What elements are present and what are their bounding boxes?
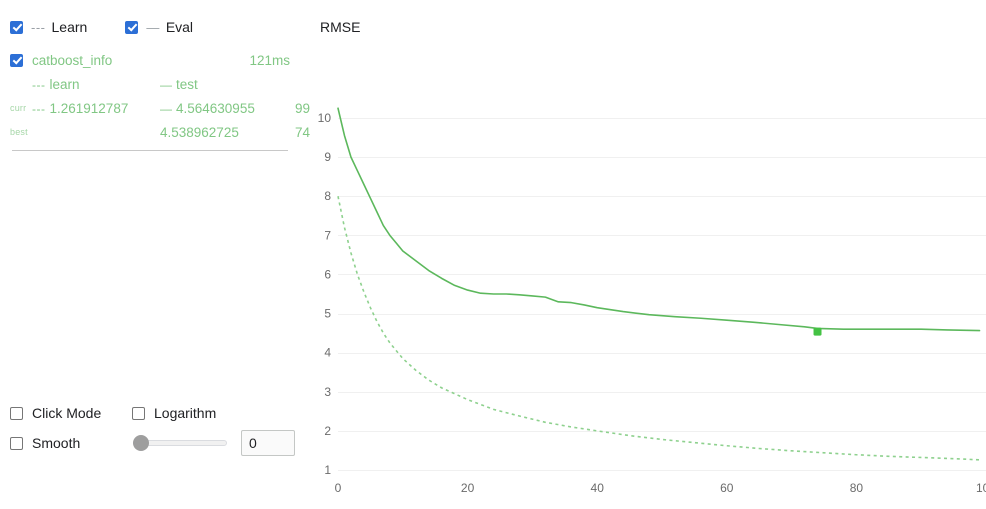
- controls-row-2: Smooth: [10, 428, 295, 458]
- smooth-value-input[interactable]: [241, 430, 295, 456]
- x-axis-tick-label: 20: [461, 481, 475, 495]
- table-row: curr --- 1.261912787 —4.564630955 99: [10, 96, 310, 120]
- smooth-checkbox[interactable]: [10, 436, 23, 450]
- curr-test-cell: — 4.564630955: [160, 101, 268, 116]
- run-column-header-row: --- learn — test: [10, 72, 290, 96]
- y-axis-tick-label: 5: [324, 307, 331, 321]
- smooth-slider[interactable]: [133, 435, 227, 451]
- curr-test-value: 4.564630955: [176, 100, 255, 116]
- best-test-value: 4.538962725: [160, 124, 239, 140]
- divider: [12, 150, 288, 151]
- column-header-test-label: test: [176, 76, 198, 92]
- left-panel: --- Learn — Eval catboost_info 121ms ---…: [0, 0, 310, 509]
- best-point-marker[interactable]: [813, 327, 822, 336]
- dashed-line-icon: ---: [31, 19, 46, 35]
- column-header-learn-label: learn: [49, 76, 80, 92]
- run-checkbox[interactable]: [10, 53, 23, 67]
- y-axis-tick-label: 6: [324, 267, 331, 281]
- legend-toggle-learn[interactable]: --- Learn: [10, 19, 87, 35]
- column-header-learn: --- learn: [32, 77, 160, 92]
- y-axis-tick-label: 8: [324, 189, 331, 203]
- y-axis-tick-label: 9: [324, 150, 331, 164]
- x-axis-tick-label: 100: [976, 481, 986, 495]
- click-mode-label: Click Mode: [32, 405, 102, 421]
- rmse-line-chart[interactable]: 1 2 3 4 5 6 7 8 9 10 0 20 40 60 80 100: [300, 0, 986, 509]
- table-row: best 4.538962725 74: [10, 120, 310, 144]
- column-header-test: — test: [160, 77, 268, 92]
- row-label-best: best: [10, 127, 28, 137]
- logarithm-checkbox[interactable]: [132, 406, 145, 420]
- click-mode-checkbox[interactable]: [10, 406, 23, 420]
- row-label-curr: curr: [10, 103, 27, 113]
- best-test-cell: 4.538962725: [160, 125, 268, 140]
- x-axis-tick-label: 40: [591, 481, 605, 495]
- y-axis-tick-label: 7: [324, 228, 331, 242]
- controls-row-1: Click Mode Logarithm: [10, 398, 295, 428]
- x-axis-tick-labels: 0 20 40 60 80 100: [335, 481, 986, 495]
- run-checkbox-cell[interactable]: [10, 53, 32, 67]
- click-mode-control[interactable]: Click Mode: [10, 405, 132, 421]
- y-axis-tick-label: 4: [324, 346, 331, 360]
- legend-toggle-eval[interactable]: — Eval: [125, 19, 193, 35]
- run-metrics-table: catboost_info 121ms --- learn — test curr …: [10, 48, 310, 144]
- solid-line-icon: —: [160, 101, 172, 116]
- smooth-label: Smooth: [32, 435, 81, 451]
- legend-label-learn: Learn: [51, 19, 88, 35]
- series-visibility-legend: --- Learn — Eval: [10, 19, 193, 35]
- dashed-line-icon: ---: [32, 77, 46, 92]
- run-name[interactable]: catboost_info: [32, 53, 181, 68]
- y-axis-tick-label: 2: [324, 424, 331, 438]
- logarithm-control[interactable]: Logarithm: [132, 405, 216, 421]
- curr-learn-value: 1.261912787: [49, 100, 129, 116]
- x-axis-tick-label: 80: [850, 481, 864, 495]
- learn-checkbox[interactable]: [10, 20, 23, 34]
- run-elapsed-time: 121ms: [249, 52, 290, 68]
- y-axis-tick-label: 10: [318, 111, 332, 125]
- eval-checkbox[interactable]: [125, 20, 139, 34]
- series-layer: [337, 107, 981, 461]
- chart-panel: RMSE 12345678910 020406080100: [300, 0, 986, 509]
- best-point-marker[interactable]: [813, 327, 822, 336]
- legend-label-eval: Eval: [165, 19, 194, 35]
- solid-line-icon: —: [146, 19, 160, 35]
- curr-learn-cell: --- 1.261912787: [32, 101, 160, 116]
- smooth-control[interactable]: Smooth: [10, 435, 129, 451]
- dashed-line-icon: ---: [32, 101, 46, 116]
- series-line-test: [337, 107, 981, 332]
- x-axis-tick-label: 0: [335, 481, 342, 495]
- y-axis-tick-label: 3: [324, 385, 331, 399]
- y-axis-tick-labels: 1 2 3 4 5 6 7 8 9 10: [318, 111, 332, 477]
- grid-layer: [338, 118, 986, 471]
- chart-controls: Click Mode Logarithm Smooth: [10, 398, 295, 458]
- y-axis-tick-label: 1: [324, 463, 331, 477]
- smooth-slider-thumb[interactable]: [133, 435, 149, 451]
- solid-line-icon: —: [160, 77, 172, 92]
- x-axis-tick-label: 60: [720, 481, 734, 495]
- logarithm-label: Logarithm: [154, 405, 217, 421]
- run-header-row[interactable]: catboost_info 121ms: [10, 48, 290, 72]
